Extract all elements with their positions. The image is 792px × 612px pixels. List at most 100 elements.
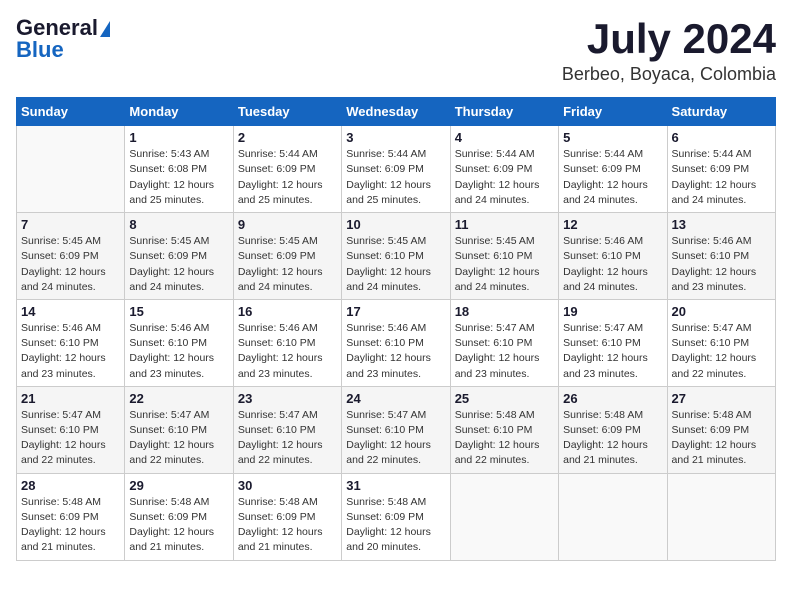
calendar-header-row: SundayMondayTuesdayWednesdayThursdayFrid… bbox=[17, 98, 776, 126]
day-number: 6 bbox=[672, 130, 771, 145]
column-header-thursday: Thursday bbox=[450, 98, 558, 126]
column-header-wednesday: Wednesday bbox=[342, 98, 450, 126]
calendar-cell bbox=[559, 473, 667, 560]
day-number: 14 bbox=[21, 304, 120, 319]
day-number: 19 bbox=[563, 304, 662, 319]
column-header-friday: Friday bbox=[559, 98, 667, 126]
day-info: Sunrise: 5:47 AM Sunset: 6:10 PM Dayligh… bbox=[238, 408, 337, 469]
day-info: Sunrise: 5:45 AM Sunset: 6:10 PM Dayligh… bbox=[346, 234, 445, 295]
day-number: 18 bbox=[455, 304, 554, 319]
day-info: Sunrise: 5:48 AM Sunset: 6:09 PM Dayligh… bbox=[21, 495, 120, 556]
day-info: Sunrise: 5:43 AM Sunset: 6:08 PM Dayligh… bbox=[129, 147, 228, 208]
calendar-cell: 8 Sunrise: 5:45 AM Sunset: 6:09 PM Daylig… bbox=[125, 213, 233, 300]
day-number: 27 bbox=[672, 391, 771, 406]
calendar-cell: 9 Sunrise: 5:45 AM Sunset: 6:09 PM Daylig… bbox=[233, 213, 341, 300]
calendar-table: SundayMondayTuesdayWednesdayThursdayFrid… bbox=[16, 97, 776, 560]
calendar-cell: 24 Sunrise: 5:47 AM Sunset: 6:10 PM Dayli… bbox=[342, 386, 450, 473]
day-info: Sunrise: 5:45 AM Sunset: 6:09 PM Dayligh… bbox=[238, 234, 337, 295]
day-info: Sunrise: 5:47 AM Sunset: 6:10 PM Dayligh… bbox=[672, 321, 771, 382]
location-title: Berbeo, Boyaca, Colombia bbox=[562, 64, 776, 85]
day-info: Sunrise: 5:44 AM Sunset: 6:09 PM Dayligh… bbox=[455, 147, 554, 208]
calendar-week-row: 28 Sunrise: 5:48 AM Sunset: 6:09 PM Dayli… bbox=[17, 473, 776, 560]
calendar-cell: 29Sunrise: 5:48 AM Sunset: 6:09 PM Dayli… bbox=[125, 473, 233, 560]
day-number: 21 bbox=[21, 391, 120, 406]
day-number: 28 bbox=[21, 478, 120, 493]
calendar-cell: 5 Sunrise: 5:44 AM Sunset: 6:09 PM Daylig… bbox=[559, 126, 667, 213]
day-info: Sunrise: 5:44 AM Sunset: 6:09 PM Dayligh… bbox=[238, 147, 337, 208]
calendar-cell: 10 Sunrise: 5:45 AM Sunset: 6:10 PM Dayli… bbox=[342, 213, 450, 300]
day-info: Sunrise: 5:45 AM Sunset: 6:09 PM Dayligh… bbox=[21, 234, 120, 295]
calendar-cell bbox=[450, 473, 558, 560]
day-number: 16 bbox=[238, 304, 337, 319]
calendar-cell: 21Sunrise: 5:47 AM Sunset: 6:10 PM Dayli… bbox=[17, 386, 125, 473]
calendar-cell: 1 Sunrise: 5:43 AM Sunset: 6:08 PM Daylig… bbox=[125, 126, 233, 213]
day-info: Sunrise: 5:48 AM Sunset: 6:09 PM Dayligh… bbox=[563, 408, 662, 469]
day-number: 23 bbox=[238, 391, 337, 406]
calendar-week-row: 7Sunrise: 5:45 AM Sunset: 6:09 PM Daylig… bbox=[17, 213, 776, 300]
day-info: Sunrise: 5:46 AM Sunset: 6:10 PM Dayligh… bbox=[129, 321, 228, 382]
calendar-cell: 7Sunrise: 5:45 AM Sunset: 6:09 PM Daylig… bbox=[17, 213, 125, 300]
day-info: Sunrise: 5:46 AM Sunset: 6:10 PM Dayligh… bbox=[346, 321, 445, 382]
calendar-cell: 13 Sunrise: 5:46 AM Sunset: 6:10 PM Dayli… bbox=[667, 213, 775, 300]
day-number: 11 bbox=[455, 217, 554, 232]
column-header-monday: Monday bbox=[125, 98, 233, 126]
day-info: Sunrise: 5:47 AM Sunset: 6:10 PM Dayligh… bbox=[563, 321, 662, 382]
calendar-cell: 26Sunrise: 5:48 AM Sunset: 6:09 PM Dayli… bbox=[559, 386, 667, 473]
day-info: Sunrise: 5:46 AM Sunset: 6:10 PM Dayligh… bbox=[672, 234, 771, 295]
day-number: 24 bbox=[346, 391, 445, 406]
calendar-cell: 31Sunrise: 5:48 AM Sunset: 6:09 PM Dayli… bbox=[342, 473, 450, 560]
calendar-week-row: 14 Sunrise: 5:46 AM Sunset: 6:10 PM Dayli… bbox=[17, 299, 776, 386]
calendar-cell: 22 Sunrise: 5:47 AM Sunset: 6:10 PM Dayli… bbox=[125, 386, 233, 473]
day-info: Sunrise: 5:44 AM Sunset: 6:09 PM Dayligh… bbox=[346, 147, 445, 208]
day-info: Sunrise: 5:48 AM Sunset: 6:09 PM Dayligh… bbox=[238, 495, 337, 556]
calendar-cell: 27 Sunrise: 5:48 AM Sunset: 6:09 PM Dayli… bbox=[667, 386, 775, 473]
day-info: Sunrise: 5:48 AM Sunset: 6:09 PM Dayligh… bbox=[672, 408, 771, 469]
calendar-cell: 14Sunrise: 5:46 AM Sunset: 6:10 PM Dayli… bbox=[17, 299, 125, 386]
day-number: 3 bbox=[346, 130, 445, 145]
day-info: Sunrise: 5:46 AM Sunset: 6:10 PM Dayligh… bbox=[563, 234, 662, 295]
column-header-sunday: Sunday bbox=[17, 98, 125, 126]
calendar-cell: 28 Sunrise: 5:48 AM Sunset: 6:09 PM Dayli… bbox=[17, 473, 125, 560]
day-info: Sunrise: 5:46 AM Sunset: 6:10 PM Dayligh… bbox=[238, 321, 337, 382]
day-number: 12 bbox=[563, 217, 662, 232]
day-info: Sunrise: 5:47 AM Sunset: 6:10 PM Dayligh… bbox=[455, 321, 554, 382]
day-number: 22 bbox=[129, 391, 228, 406]
calendar-cell: 18 Sunrise: 5:47 AM Sunset: 6:10 PM Dayli… bbox=[450, 299, 558, 386]
day-number: 25 bbox=[455, 391, 554, 406]
calendar-cell: 2 Sunrise: 5:44 AM Sunset: 6:09 PM Daylig… bbox=[233, 126, 341, 213]
day-info: Sunrise: 5:44 AM Sunset: 6:09 PM Dayligh… bbox=[563, 147, 662, 208]
day-info: Sunrise: 5:48 AM Sunset: 6:09 PM Dayligh… bbox=[346, 495, 445, 556]
calendar-cell: 23 Sunrise: 5:47 AM Sunset: 6:10 PM Dayli… bbox=[233, 386, 341, 473]
calendar-cell: 17Sunrise: 5:46 AM Sunset: 6:10 PM Dayli… bbox=[342, 299, 450, 386]
calendar-cell: 25 Sunrise: 5:48 AM Sunset: 6:10 PM Dayli… bbox=[450, 386, 558, 473]
calendar-cell: 20Sunrise: 5:47 AM Sunset: 6:10 PM Dayli… bbox=[667, 299, 775, 386]
day-number: 13 bbox=[672, 217, 771, 232]
calendar-cell: 16 Sunrise: 5:46 AM Sunset: 6:10 PM Dayli… bbox=[233, 299, 341, 386]
logo: General Blue bbox=[16, 16, 110, 62]
day-number: 5 bbox=[563, 130, 662, 145]
calendar-cell: 12 Sunrise: 5:46 AM Sunset: 6:10 PM Dayli… bbox=[559, 213, 667, 300]
day-number: 9 bbox=[238, 217, 337, 232]
calendar-cell: 30Sunrise: 5:48 AM Sunset: 6:09 PM Dayli… bbox=[233, 473, 341, 560]
day-number: 8 bbox=[129, 217, 228, 232]
calendar-cell: 11Sunrise: 5:45 AM Sunset: 6:10 PM Dayli… bbox=[450, 213, 558, 300]
calendar-cell: 6Sunrise: 5:44 AM Sunset: 6:09 PM Daylig… bbox=[667, 126, 775, 213]
day-info: Sunrise: 5:48 AM Sunset: 6:10 PM Dayligh… bbox=[455, 408, 554, 469]
calendar-cell bbox=[17, 126, 125, 213]
logo-blue-text: Blue bbox=[16, 38, 64, 62]
calendar-cell: 19 Sunrise: 5:47 AM Sunset: 6:10 PM Dayli… bbox=[559, 299, 667, 386]
calendar-cell: 3 Sunrise: 5:44 AM Sunset: 6:09 PM Daylig… bbox=[342, 126, 450, 213]
calendar-week-row: 1 Sunrise: 5:43 AM Sunset: 6:08 PM Daylig… bbox=[17, 126, 776, 213]
day-info: Sunrise: 5:47 AM Sunset: 6:10 PM Dayligh… bbox=[129, 408, 228, 469]
day-info: Sunrise: 5:47 AM Sunset: 6:10 PM Dayligh… bbox=[346, 408, 445, 469]
calendar-cell: 4Sunrise: 5:44 AM Sunset: 6:09 PM Daylig… bbox=[450, 126, 558, 213]
day-info: Sunrise: 5:45 AM Sunset: 6:09 PM Dayligh… bbox=[129, 234, 228, 295]
day-info: Sunrise: 5:48 AM Sunset: 6:09 PM Dayligh… bbox=[129, 495, 228, 556]
month-title: July 2024 bbox=[562, 16, 776, 62]
page-header: General Blue July 2024 Berbeo, Boyaca, C… bbox=[16, 16, 776, 85]
column-header-saturday: Saturday bbox=[667, 98, 775, 126]
day-number: 1 bbox=[129, 130, 228, 145]
calendar-week-row: 21 Sunrise: 5:47 AM Sunset: 6:10 PM Dayli… bbox=[17, 386, 776, 473]
day-number: 10 bbox=[346, 217, 445, 232]
day-number: 2 bbox=[238, 130, 337, 145]
